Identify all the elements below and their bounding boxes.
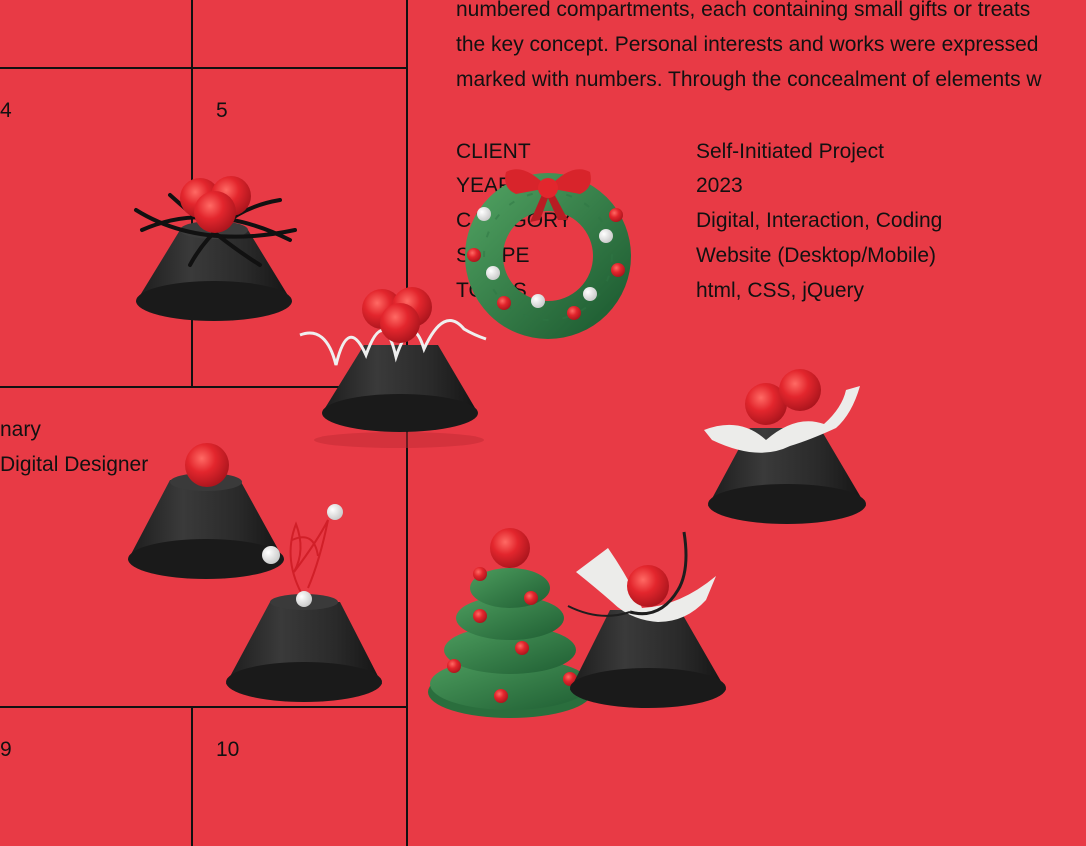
info-value-category: Digital, Interaction, Coding <box>696 209 943 232</box>
cake-signature-icon[interactable] <box>222 500 388 714</box>
calendar-cell-number[interactable]: 4 <box>0 100 12 121</box>
calendar-cell-number[interactable]: 5 <box>216 100 228 121</box>
calendar-cell-number[interactable]: 10 <box>216 739 239 760</box>
info-value-scope: Website (Desktop/Mobile) <box>696 244 937 267</box>
grid-line <box>0 67 407 69</box>
description-line: numbered compartments, each containing s… <box>456 0 1031 21</box>
cake-paper-banner-icon[interactable] <box>700 366 870 532</box>
calendar-cell-number[interactable]: 9 <box>0 739 12 760</box>
info-value-tools: html, CSS, jQuery <box>696 279 865 302</box>
description-line: the key concept. Personal interests and … <box>456 33 1039 56</box>
cake-crossed-sticks-icon[interactable] <box>130 170 300 330</box>
description-line: marked with numbers. Through the conceal… <box>456 68 1042 91</box>
info-value-year: 2023 <box>696 174 743 197</box>
wreath-icon[interactable] <box>456 158 642 342</box>
info-value-client: Self-Initiated Project <box>696 140 884 163</box>
grid-line <box>191 706 193 846</box>
project-description: numbered compartments, each containing s… <box>456 0 1086 97</box>
profile-line: nary <box>0 418 41 441</box>
cake-paper-wire-icon[interactable] <box>560 530 736 712</box>
